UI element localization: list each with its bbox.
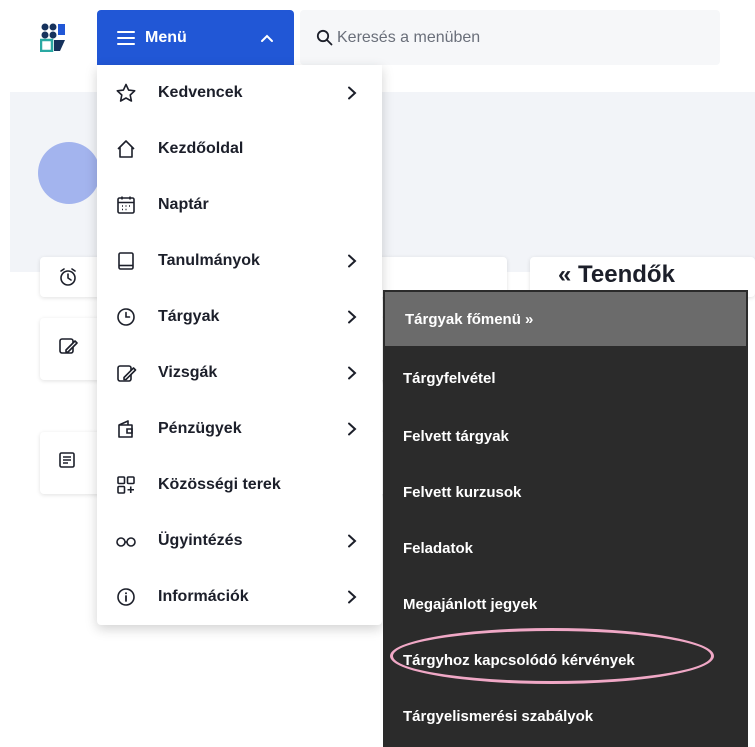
- exam-pen-icon: [58, 336, 78, 356]
- book-icon: [115, 250, 137, 272]
- grid-plus-icon: [115, 474, 137, 496]
- star-icon: [115, 82, 137, 104]
- clock-icon: [115, 306, 137, 328]
- submenu-item-felvett-targyak[interactable]: Felvett tárgyak: [383, 408, 748, 464]
- menu-item-label: Tanulmányok: [158, 252, 260, 269]
- menu-item-label: Kedvencek: [158, 84, 243, 101]
- todo-title: « Teendők: [558, 261, 675, 288]
- search-icon: [316, 29, 333, 46]
- menu-item-kezdooldal[interactable]: Kezdőoldal: [97, 121, 382, 177]
- targyak-submenu: Tárgyak főmenü » Tárgyfelvétel Felvett t…: [383, 290, 748, 747]
- calendar-icon: [115, 194, 137, 216]
- menu-item-kozossegi-terek[interactable]: Közösségi terek: [97, 457, 382, 513]
- menu-item-ugyintezes[interactable]: Ügyintézés: [97, 513, 382, 569]
- chevron-right-icon: [346, 86, 358, 100]
- newspaper-icon: [58, 450, 78, 470]
- chevron-right-icon: [346, 590, 358, 604]
- menu-item-tanulmanyok[interactable]: Tanulmányok: [97, 233, 382, 289]
- menu-item-informaciok[interactable]: Információk: [97, 569, 382, 625]
- menu-item-label: Kezdőoldal: [158, 140, 244, 157]
- home-icon: [115, 138, 137, 160]
- menu-button[interactable]: Menü: [97, 10, 294, 65]
- menu-item-label: Közösségi terek: [158, 476, 281, 493]
- menu-item-label: Információk: [158, 588, 249, 605]
- main-menu-dropdown: Kedvencek Kezdőoldal Naptár Tanulmányok …: [97, 65, 382, 625]
- submenu-item-targyelismeresi-szabalyok[interactable]: Tárgyelismerési szabályok: [383, 688, 748, 744]
- chevron-right-icon: [346, 366, 358, 380]
- glasses-icon: [115, 530, 137, 552]
- menu-item-label: Tárgyak: [158, 308, 220, 325]
- menu-item-label: Vizsgák: [158, 364, 218, 381]
- submenu-item-megajanlott-jegyek[interactable]: Megajánlott jegyek: [383, 576, 748, 632]
- submenu-item-felvett-kurzusok[interactable]: Felvett kurzusok: [383, 464, 748, 520]
- chevron-up-icon: [260, 31, 274, 45]
- menu-item-kedvencek[interactable]: Kedvencek: [97, 65, 382, 121]
- menu-item-vizsgak[interactable]: Vizsgák: [97, 345, 382, 401]
- hamburger-icon: [117, 30, 135, 45]
- chevron-right-icon: [346, 422, 358, 436]
- menu-item-label: Ügyintézés: [158, 532, 243, 549]
- alarm-clock-icon: [58, 267, 78, 287]
- search-placeholder: Keresés a menüben: [337, 28, 481, 46]
- menu-item-label: Pénzügyek: [158, 420, 242, 437]
- submenu-item-targyhoz-kapcsolodo-kervenyek[interactable]: Tárgyhoz kapcsolódó kérvények: [383, 632, 748, 688]
- chevron-right-icon: [346, 310, 358, 324]
- menu-item-label: Naptár: [158, 196, 209, 213]
- menu-item-penzugyek[interactable]: Pénzügyek: [97, 401, 382, 457]
- info-icon: [115, 586, 137, 608]
- submenu-item-targyfelvetel[interactable]: Tárgyfelvétel: [383, 348, 748, 408]
- submenu-item-feladatok[interactable]: Feladatok: [383, 520, 748, 576]
- chevron-right-icon: [346, 534, 358, 548]
- chevron-right-icon: [346, 254, 358, 268]
- menu-button-label: Menü: [145, 28, 187, 46]
- exam-pen-icon: [115, 362, 137, 384]
- menu-item-targyak[interactable]: Tárgyak: [97, 289, 382, 345]
- university-logo-icon[interactable]: [39, 22, 66, 53]
- avatar[interactable]: [38, 142, 100, 204]
- wallet-icon: [115, 418, 137, 440]
- menu-item-naptar[interactable]: Naptár: [97, 177, 382, 233]
- menu-search-input[interactable]: Keresés a menüben: [300, 10, 720, 65]
- submenu-item-targyak-fomenu[interactable]: Tárgyak főmenü »: [383, 290, 748, 348]
